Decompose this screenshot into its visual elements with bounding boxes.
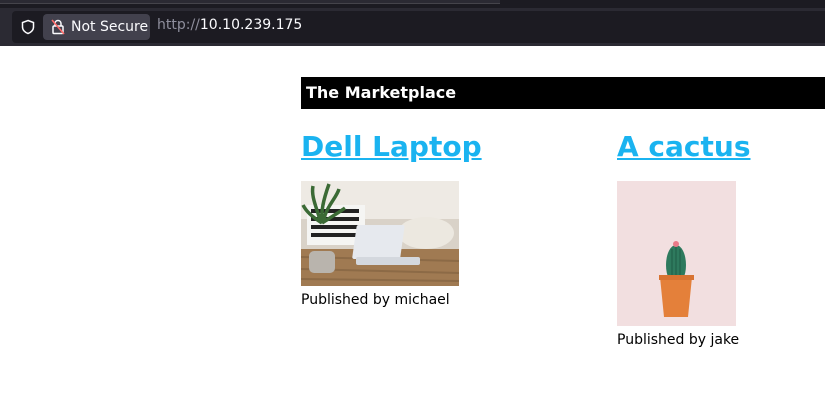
listing-title-link[interactable]: Dell Laptop bbox=[301, 130, 482, 163]
url-protocol: http:// bbox=[157, 17, 200, 33]
security-label: Not Secure bbox=[71, 19, 149, 35]
site-header: The Marketplace bbox=[301, 77, 825, 109]
tab-strip bbox=[0, 0, 825, 8]
listing-title-link[interactable]: A cactus bbox=[617, 130, 751, 163]
browser-toolbar: Not Secure http://10.10.239.175 bbox=[0, 8, 825, 46]
security-indicator[interactable]: Not Secure bbox=[43, 14, 150, 40]
shield-icon[interactable] bbox=[20, 19, 36, 35]
url-host: 10.10.239.175 bbox=[199, 17, 303, 33]
laptop-photo-icon[interactable] bbox=[301, 181, 459, 286]
insecure-lock-icon bbox=[51, 19, 65, 35]
listing-byline: Published by michael bbox=[301, 292, 450, 308]
cactus-photo-icon[interactable] bbox=[617, 181, 736, 326]
listing-card: Dell Laptop Published by michael bbox=[301, 130, 482, 308]
listing-byline: Published by jake bbox=[617, 332, 740, 348]
url-bar[interactable]: Not Secure http://10.10.239.175 bbox=[12, 11, 825, 43]
listing-title: Dell Laptop bbox=[301, 130, 482, 164]
listing-title: A cactus bbox=[617, 130, 751, 164]
active-tab-edge[interactable] bbox=[0, 0, 500, 4]
listing-card: A cactus Published by jake bbox=[617, 130, 751, 348]
url-text[interactable]: http://10.10.239.175 bbox=[157, 17, 302, 33]
